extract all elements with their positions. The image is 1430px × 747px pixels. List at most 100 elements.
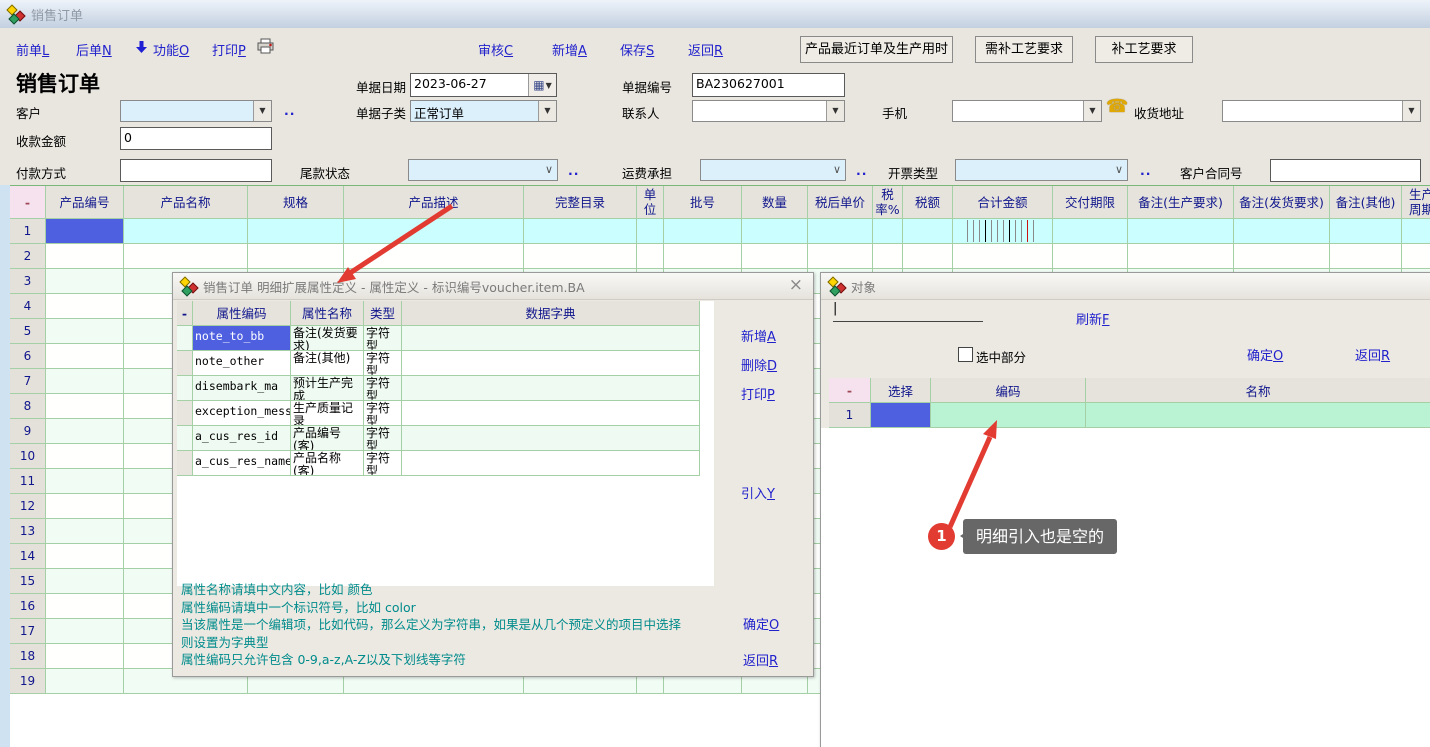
balance-lookup-button[interactable]: .. <box>568 163 580 178</box>
freight-lookup-button[interactable]: .. <box>856 163 868 178</box>
grid-cell[interactable] <box>46 494 124 519</box>
grid-cell[interactable] <box>742 219 808 244</box>
customer-lookup-button[interactable]: .. <box>284 103 296 118</box>
attr-name-cell[interactable]: 备注(发货要求) <box>291 326 364 351</box>
grid-cell[interactable] <box>1330 219 1402 244</box>
attr-return-button[interactable]: 返回R <box>743 650 778 669</box>
freight-combo[interactable]: ∨ <box>700 159 846 181</box>
grid-cell[interactable] <box>46 294 124 319</box>
grid-cell[interactable] <box>1128 219 1234 244</box>
calendar-dropdown-button[interactable]: ▦▼ <box>528 74 556 96</box>
grid-cell[interactable] <box>248 219 344 244</box>
audit-button[interactable]: 审核C <box>478 40 513 59</box>
grid-cell[interactable] <box>46 344 124 369</box>
grid-cell[interactable] <box>1128 244 1234 269</box>
attr-dict-cell[interactable] <box>402 376 700 401</box>
chevron-down-icon[interactable]: ∨ <box>1111 160 1127 180</box>
grid-cell[interactable] <box>46 669 124 694</box>
attr-code-cell[interactable]: exception_message <box>193 401 291 426</box>
grid-cell[interactable] <box>953 219 1053 244</box>
address-combo[interactable]: ▼ <box>1222 100 1421 122</box>
attr-code-cell[interactable]: note_to_bb <box>193 326 291 351</box>
return-button[interactable]: 返回R <box>688 40 723 59</box>
grid-cell[interactable] <box>46 369 124 394</box>
attr-type-cell[interactable]: 字符型 <box>364 376 402 401</box>
grid-cell[interactable] <box>46 619 124 644</box>
grid-cell[interactable] <box>46 419 124 444</box>
close-icon[interactable]: × <box>789 275 803 295</box>
attr-name-cell[interactable]: 产品编号(客) <box>291 426 364 451</box>
grid-cell[interactable] <box>637 244 664 269</box>
grid-cell[interactable] <box>46 644 124 669</box>
need-craft-requirement-button[interactable]: 需补工艺要求 <box>975 36 1073 63</box>
attr-dict-cell[interactable] <box>402 326 700 351</box>
grid-cell[interactable] <box>1402 219 1430 244</box>
grid-cell[interactable] <box>46 594 124 619</box>
add-craft-requirement-button[interactable]: 补工艺要求 <box>1095 36 1193 63</box>
new-button[interactable]: 新增A <box>552 40 587 59</box>
object-name-cell[interactable] <box>1086 403 1430 428</box>
grid-cell[interactable] <box>124 244 248 269</box>
chevron-down-icon[interactable]: ▼ <box>1083 101 1101 121</box>
select-part-checkbox[interactable] <box>958 347 973 362</box>
grid-cell[interactable] <box>637 219 664 244</box>
attr-print-button[interactable]: 打印P <box>741 384 775 403</box>
grid-cell[interactable] <box>46 569 124 594</box>
attr-type-cell[interactable]: 字符型 <box>364 351 402 376</box>
grid-cell[interactable] <box>808 219 873 244</box>
invoice-lookup-button[interactable]: .. <box>1140 163 1152 178</box>
attr-code-cell[interactable]: a_cus_res_id <box>193 426 291 451</box>
grid-cell[interactable] <box>1234 219 1330 244</box>
grid-cell[interactable] <box>248 244 344 269</box>
next-voucher-button[interactable]: 后单N <box>76 40 112 59</box>
grid-cell[interactable] <box>873 244 903 269</box>
attr-name-cell[interactable]: 预计生产完成 <box>291 376 364 401</box>
grid-cell[interactable] <box>1402 244 1430 269</box>
grid-cell[interactable] <box>344 219 524 244</box>
grid-cell[interactable] <box>1053 244 1128 269</box>
attr-name-cell[interactable]: 生产质量记录 <box>291 401 364 426</box>
attr-code-cell[interactable]: disembark_ma <box>193 376 291 401</box>
mobile-combo[interactable]: ▼ <box>952 100 1102 122</box>
attr-type-cell[interactable]: 字符型 <box>364 426 402 451</box>
customer-combo[interactable]: ▼ <box>120 100 272 122</box>
phone-icon[interactable]: ☎ <box>1106 96 1128 117</box>
print-button[interactable]: 打印P <box>212 40 246 59</box>
chevron-down-icon[interactable]: ▼ <box>538 101 556 121</box>
object-select-cell[interactable] <box>871 403 931 428</box>
chevron-down-icon[interactable]: ▼ <box>1402 101 1420 121</box>
grid-cell[interactable] <box>46 269 124 294</box>
grid-cell[interactable] <box>664 219 742 244</box>
grid-cell[interactable] <box>953 244 1053 269</box>
attr-import-button[interactable]: 引入Y <box>741 483 775 502</box>
chevron-down-icon[interactable]: ▼ <box>253 101 271 121</box>
attr-type-cell[interactable]: 字符型 <box>364 326 402 351</box>
grid-cell[interactable] <box>524 219 637 244</box>
payment-method-field[interactable] <box>120 159 272 182</box>
object-code-cell[interactable] <box>931 403 1086 428</box>
grid-cell[interactable] <box>46 444 124 469</box>
chevron-down-icon[interactable]: ∨ <box>829 160 845 180</box>
invoice-type-combo[interactable]: ∨ <box>955 159 1128 181</box>
subtype-combo[interactable]: 正常订单▼ <box>410 100 557 122</box>
contract-no-field[interactable] <box>1270 159 1421 182</box>
object-ok-button[interactable]: 确定O <box>1247 345 1283 364</box>
attr-dict-cell[interactable] <box>402 451 700 476</box>
refresh-button[interactable]: 刷新F <box>1076 309 1110 328</box>
attr-add-button[interactable]: 新增A <box>741 326 776 345</box>
grid-cell[interactable] <box>903 219 953 244</box>
attr-delete-button[interactable]: 删除D <box>741 355 777 374</box>
attr-dict-cell[interactable] <box>402 351 700 376</box>
attr-dict-cell[interactable] <box>402 401 700 426</box>
grid-cell[interactable] <box>46 219 124 244</box>
prev-voucher-button[interactable]: 前单L <box>16 40 49 59</box>
grid-cell[interactable] <box>1234 244 1330 269</box>
recent-orders-button[interactable]: 产品最近订单及生产用时 <box>800 36 953 63</box>
attr-dict-cell[interactable] <box>402 426 700 451</box>
attr-code-cell[interactable]: a_cus_res_name <box>193 451 291 476</box>
grid-cell[interactable] <box>903 244 953 269</box>
balance-status-combo[interactable]: ∨ <box>408 159 558 181</box>
attr-name-cell[interactable]: 备注(其他) <box>291 351 364 376</box>
received-amount-field[interactable]: 0 <box>120 127 272 150</box>
functions-button[interactable]: 功能O <box>153 40 189 59</box>
